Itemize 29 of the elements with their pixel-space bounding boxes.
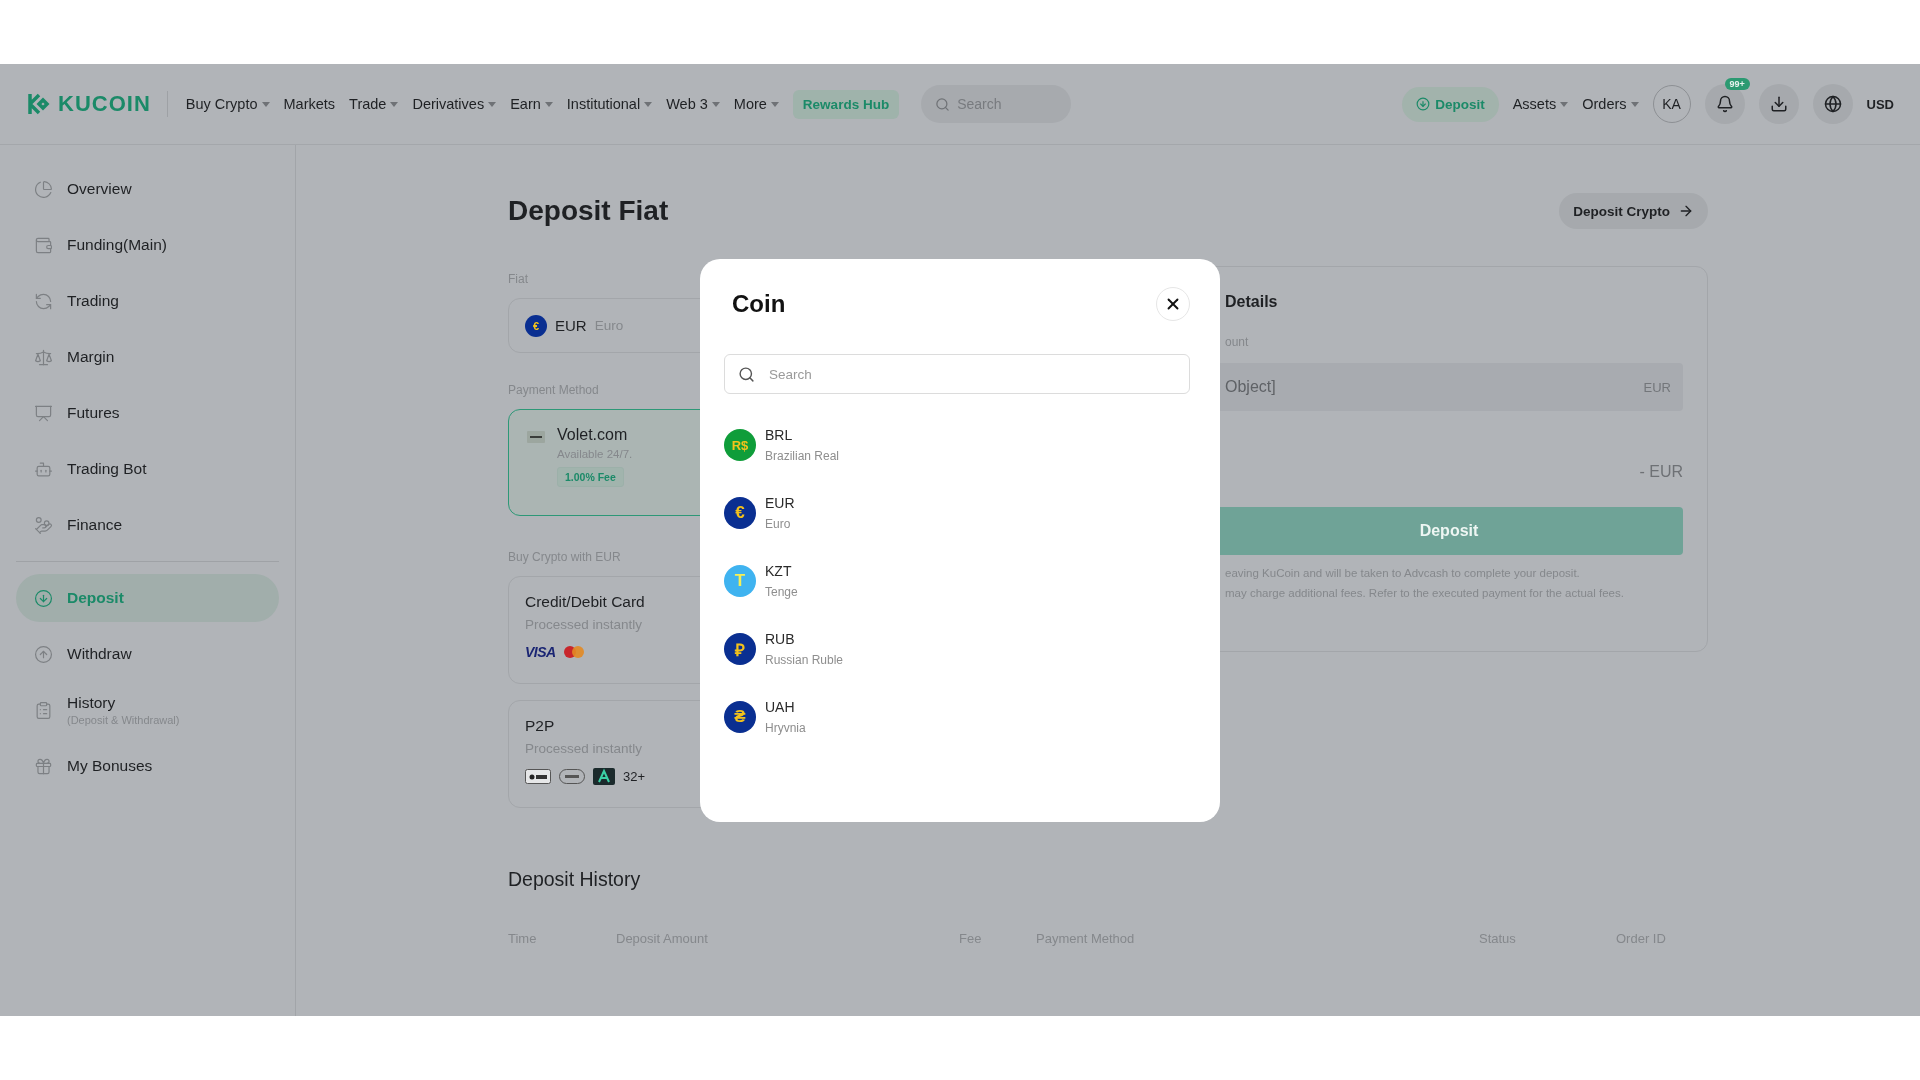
method-name: Volet.com [557,426,628,444]
coin-name: Tenge [765,585,798,599]
coin-code: BRL [765,427,794,443]
coin-code: RUB [765,631,796,647]
coin-icon: ₴ [724,701,756,733]
notification-badge: 99+ [1724,78,1750,90]
page-title: Deposit Fiat [508,195,669,227]
coin-icon: T [724,565,756,597]
coin-code: KZT [765,563,793,579]
section-title: Deposit History [508,868,641,891]
more-count: 32+ [623,769,646,784]
fee-tag: 1.00% Fee [557,467,624,487]
option-title: Credit/Debit Card [525,593,645,611]
coin-name: Brazilian Real [765,449,840,463]
coin-name: Hryvnia [765,721,806,735]
coin-name: Russian Ruble [765,653,844,667]
sidebar-item-label: History [67,694,117,712]
coin-icon: € [724,497,756,529]
dialog-title: Coin [732,290,786,318]
option-title: P2P [525,717,555,735]
coin-code: UAH [765,699,796,715]
coin-code: EUR [765,495,795,511]
coin-icon: ₽ [724,633,756,665]
visa-logo: VISA [525,644,556,660]
card-title: Details [1224,293,1279,311]
coin-name: Euro [765,517,792,531]
total-amount: - EUR [1639,463,1683,481]
coin-icon: R$ [724,429,756,461]
coin-icon: € [525,314,547,337]
